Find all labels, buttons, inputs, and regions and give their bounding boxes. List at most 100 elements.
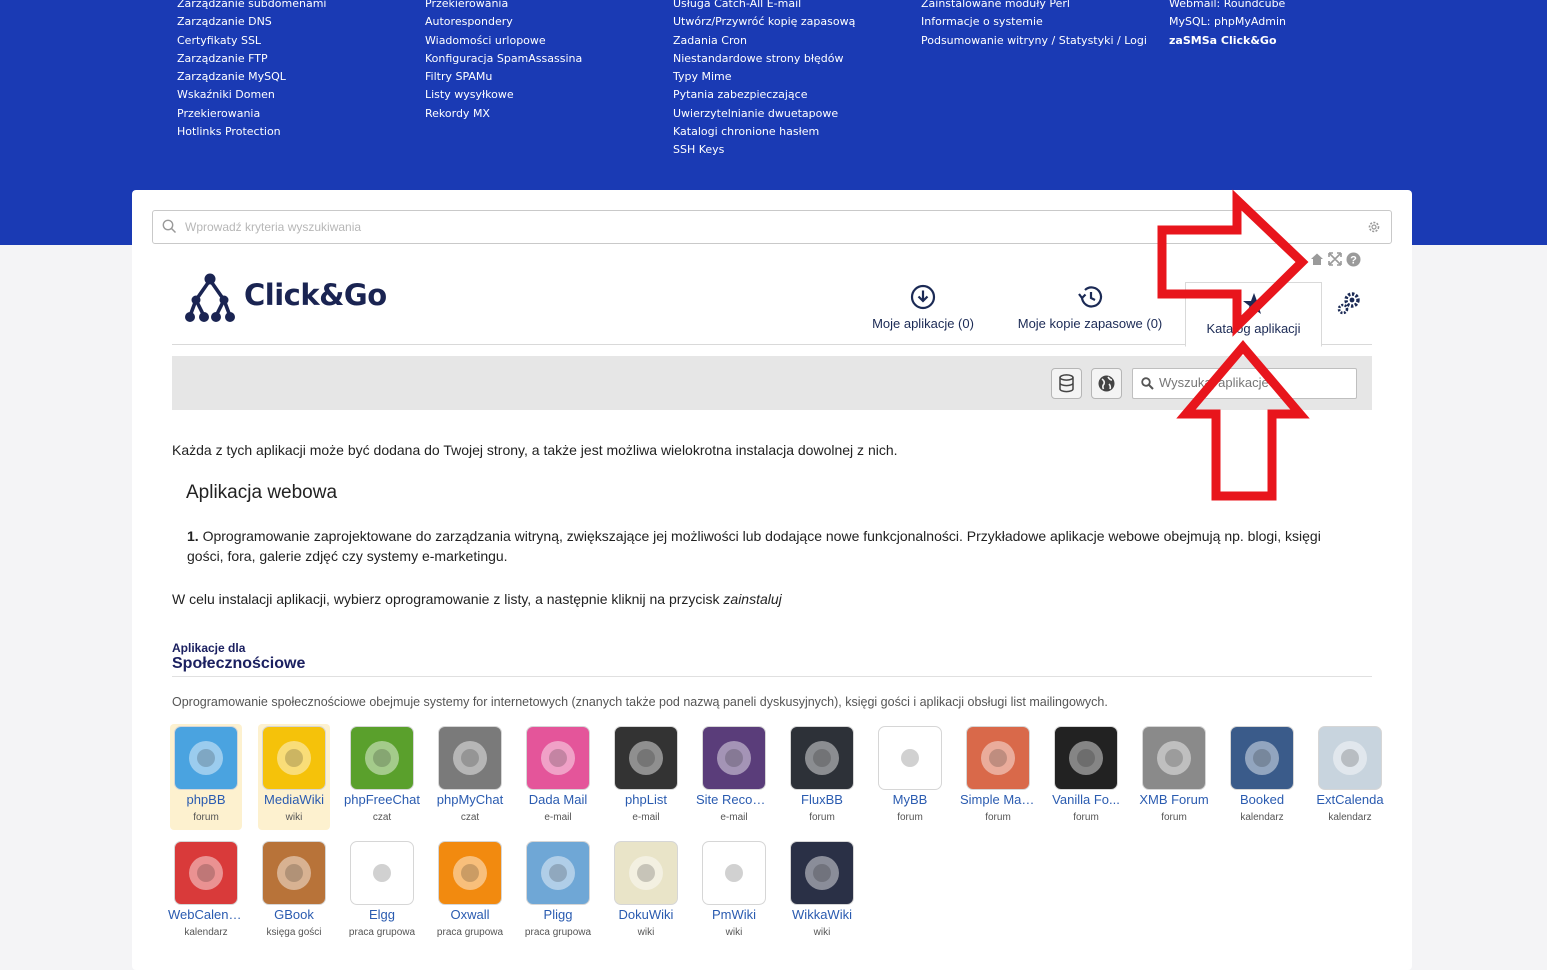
app-name[interactable]: GBook	[256, 907, 332, 922]
menu-item[interactable]: Typy Mime	[673, 68, 855, 86]
tab-my-backups[interactable]: Moje kopie zapasowe (0)	[1014, 284, 1166, 331]
tab-app-catalog[interactable]: Katalog aplikacji	[1185, 282, 1322, 347]
app-tile[interactable]: Simple Mac... forum	[960, 724, 1036, 830]
section-title: Społecznościowe	[172, 655, 306, 672]
app-tile[interactable]: phpMyChat czat	[434, 724, 506, 830]
tab-label: Moje kopie zapasowe (0)	[1017, 316, 1163, 331]
menu-item[interactable]: Filtry SPAMu	[425, 68, 582, 86]
app-name[interactable]: Site Recom...	[696, 792, 772, 807]
app-name[interactable]: Pligg	[520, 907, 596, 922]
tab-my-apps[interactable]: Moje aplikacje (0)	[867, 284, 979, 331]
app-name[interactable]: phpBB	[168, 792, 244, 807]
app-tile[interactable]: ExtCalenda kalendarz	[1314, 724, 1386, 830]
app-tile[interactable]: phpFreeChat czat	[344, 724, 420, 830]
app-name[interactable]: Simple Mac...	[960, 792, 1036, 807]
app-category: forum	[193, 812, 219, 823]
app-name[interactable]: MyBB	[872, 792, 948, 807]
menu-item[interactable]: Zarządzanie subdomenami	[177, 0, 326, 13]
app-tile[interactable]: Pligg praca grupowa	[522, 839, 594, 945]
menu-item[interactable]: Informacje o systemie	[921, 13, 1147, 31]
download-circle-icon	[910, 284, 936, 310]
app-name[interactable]: XMB Forum	[1136, 792, 1212, 807]
app-name[interactable]: Elgg	[344, 907, 420, 922]
menu-item[interactable]: Uwierzytelnianie dwuetapowe	[673, 105, 855, 123]
menu-item[interactable]: Webmail: Roundcube	[1169, 0, 1286, 13]
menu-item[interactable]: Podsumowanie witryny / Statystyki / Logi	[921, 32, 1147, 50]
menu-item[interactable]: Zainstalowane moduły Perl	[921, 0, 1147, 13]
app-name[interactable]: phpList	[608, 792, 684, 807]
app-category: kalendarz	[184, 927, 228, 938]
app-name[interactable]: phpMyChat	[432, 792, 508, 807]
app-name[interactable]: ExtCalenda	[1312, 792, 1388, 807]
menu-item[interactable]: Wskaźniki Domen	[177, 86, 326, 104]
app-tile[interactable]: XMB Forum forum	[1138, 724, 1210, 830]
app-icon	[614, 726, 678, 790]
menu-item[interactable]: Niestandardowe strony błędów	[673, 50, 855, 68]
menu-item[interactable]: Zarządzanie MySQL	[177, 68, 326, 86]
section-description: Oprogramowanie społecznościowe obejmuje …	[172, 695, 1108, 709]
app-tile[interactable]: GBook księga gości	[258, 839, 330, 945]
app-icon	[1142, 726, 1206, 790]
app-search-box	[1132, 368, 1357, 399]
menu-item[interactable]: MySQL: phpMyAdmin	[1169, 13, 1286, 31]
menu-item[interactable]: Zarządzanie FTP	[177, 50, 326, 68]
menu-item[interactable]: Konfiguracja SpamAssassina	[425, 50, 582, 68]
app-name[interactable]: PmWiki	[696, 907, 772, 922]
home-icon[interactable]	[1310, 252, 1324, 266]
app-tile[interactable]: Dada Mail e-mail	[522, 724, 594, 830]
app-tile[interactable]: MediaWiki wiki	[258, 724, 330, 830]
menu-item[interactable]: Utwórz/Przywróć kopię zapasową	[673, 13, 855, 31]
app-name[interactable]: Vanilla Fo...	[1048, 792, 1124, 807]
app-icon	[174, 726, 238, 790]
menu-item[interactable]: Rekordy MX	[425, 105, 582, 123]
app-tile[interactable]: Site Recom... e-mail	[696, 724, 772, 830]
fullscreen-icon[interactable]	[1328, 252, 1342, 266]
app-name[interactable]: FluxBB	[784, 792, 860, 807]
app-tile[interactable]: phpList e-mail	[610, 724, 682, 830]
svg-text:?: ?	[1350, 255, 1357, 267]
app-name[interactable]: WebCalendar	[168, 907, 244, 922]
gear-icon[interactable]	[1367, 220, 1381, 234]
app-name[interactable]: MediaWiki	[256, 792, 332, 807]
menu-item-active[interactable]: zaSMSa Click&Go	[1169, 32, 1286, 50]
app-search-input[interactable]	[1157, 374, 1351, 391]
menu-item[interactable]: Listy wysyłkowe	[425, 86, 582, 104]
app-name[interactable]: Oxwall	[432, 907, 508, 922]
app-name[interactable]: Booked	[1224, 792, 1300, 807]
app-tile[interactable]: PmWiki wiki	[698, 839, 770, 945]
menu-item[interactable]: Certyfikaty SSL	[177, 32, 326, 50]
menu-item[interactable]: Przekierowania	[177, 105, 326, 123]
app-tile[interactable]: phpBB forum	[170, 724, 242, 830]
menu-item[interactable]: Pytania zabezpieczające	[673, 86, 855, 104]
app-category: kalendarz	[1240, 812, 1284, 823]
menu-item[interactable]: Hotlinks Protection	[177, 123, 326, 141]
app-tile[interactable]: WikkaWiki wiki	[786, 839, 858, 945]
menu-item[interactable]: SSH Keys	[673, 141, 855, 159]
settings-gears-icon[interactable]	[1335, 290, 1363, 316]
app-name[interactable]: WikkaWiki	[784, 907, 860, 922]
app-tile[interactable]: DokuWiki wiki	[610, 839, 682, 945]
app-name[interactable]: phpFreeChat	[344, 792, 420, 807]
section-prefix: Aplikacje dla	[172, 641, 246, 655]
menu-item[interactable]: Zarządzanie DNS	[177, 13, 326, 31]
app-tile[interactable]: Vanilla Fo... forum	[1050, 724, 1122, 830]
app-tile[interactable]: Oxwall praca grupowa	[434, 839, 506, 945]
app-category: e-mail	[632, 812, 660, 823]
app-tile[interactable]: FluxBB forum	[786, 724, 858, 830]
app-tile[interactable]: MyBB forum	[874, 724, 946, 830]
menu-item[interactable]: Autorespondery	[425, 13, 582, 31]
web-filter-button[interactable]	[1091, 368, 1122, 399]
menu-item[interactable]: Wiadomości urlopowe	[425, 32, 582, 50]
app-tile[interactable]: Booked kalendarz	[1226, 724, 1298, 830]
menu-item[interactable]: Katalogi chronione hasłem	[673, 123, 855, 141]
menu-item[interactable]: Przekierowania	[425, 0, 582, 13]
menu-item[interactable]: Zadania Cron	[673, 32, 855, 50]
help-icon[interactable]: ?	[1346, 252, 1361, 267]
global-search-input[interactable]	[183, 216, 1347, 238]
app-tile[interactable]: Elgg praca grupowa	[346, 839, 418, 945]
app-name[interactable]: DokuWiki	[608, 907, 684, 922]
menu-item[interactable]: Usługa Catch-All E-mail	[673, 0, 855, 13]
app-tile[interactable]: WebCalendar kalendarz	[168, 839, 244, 945]
database-filter-button[interactable]	[1051, 368, 1082, 399]
app-name[interactable]: Dada Mail	[520, 792, 596, 807]
